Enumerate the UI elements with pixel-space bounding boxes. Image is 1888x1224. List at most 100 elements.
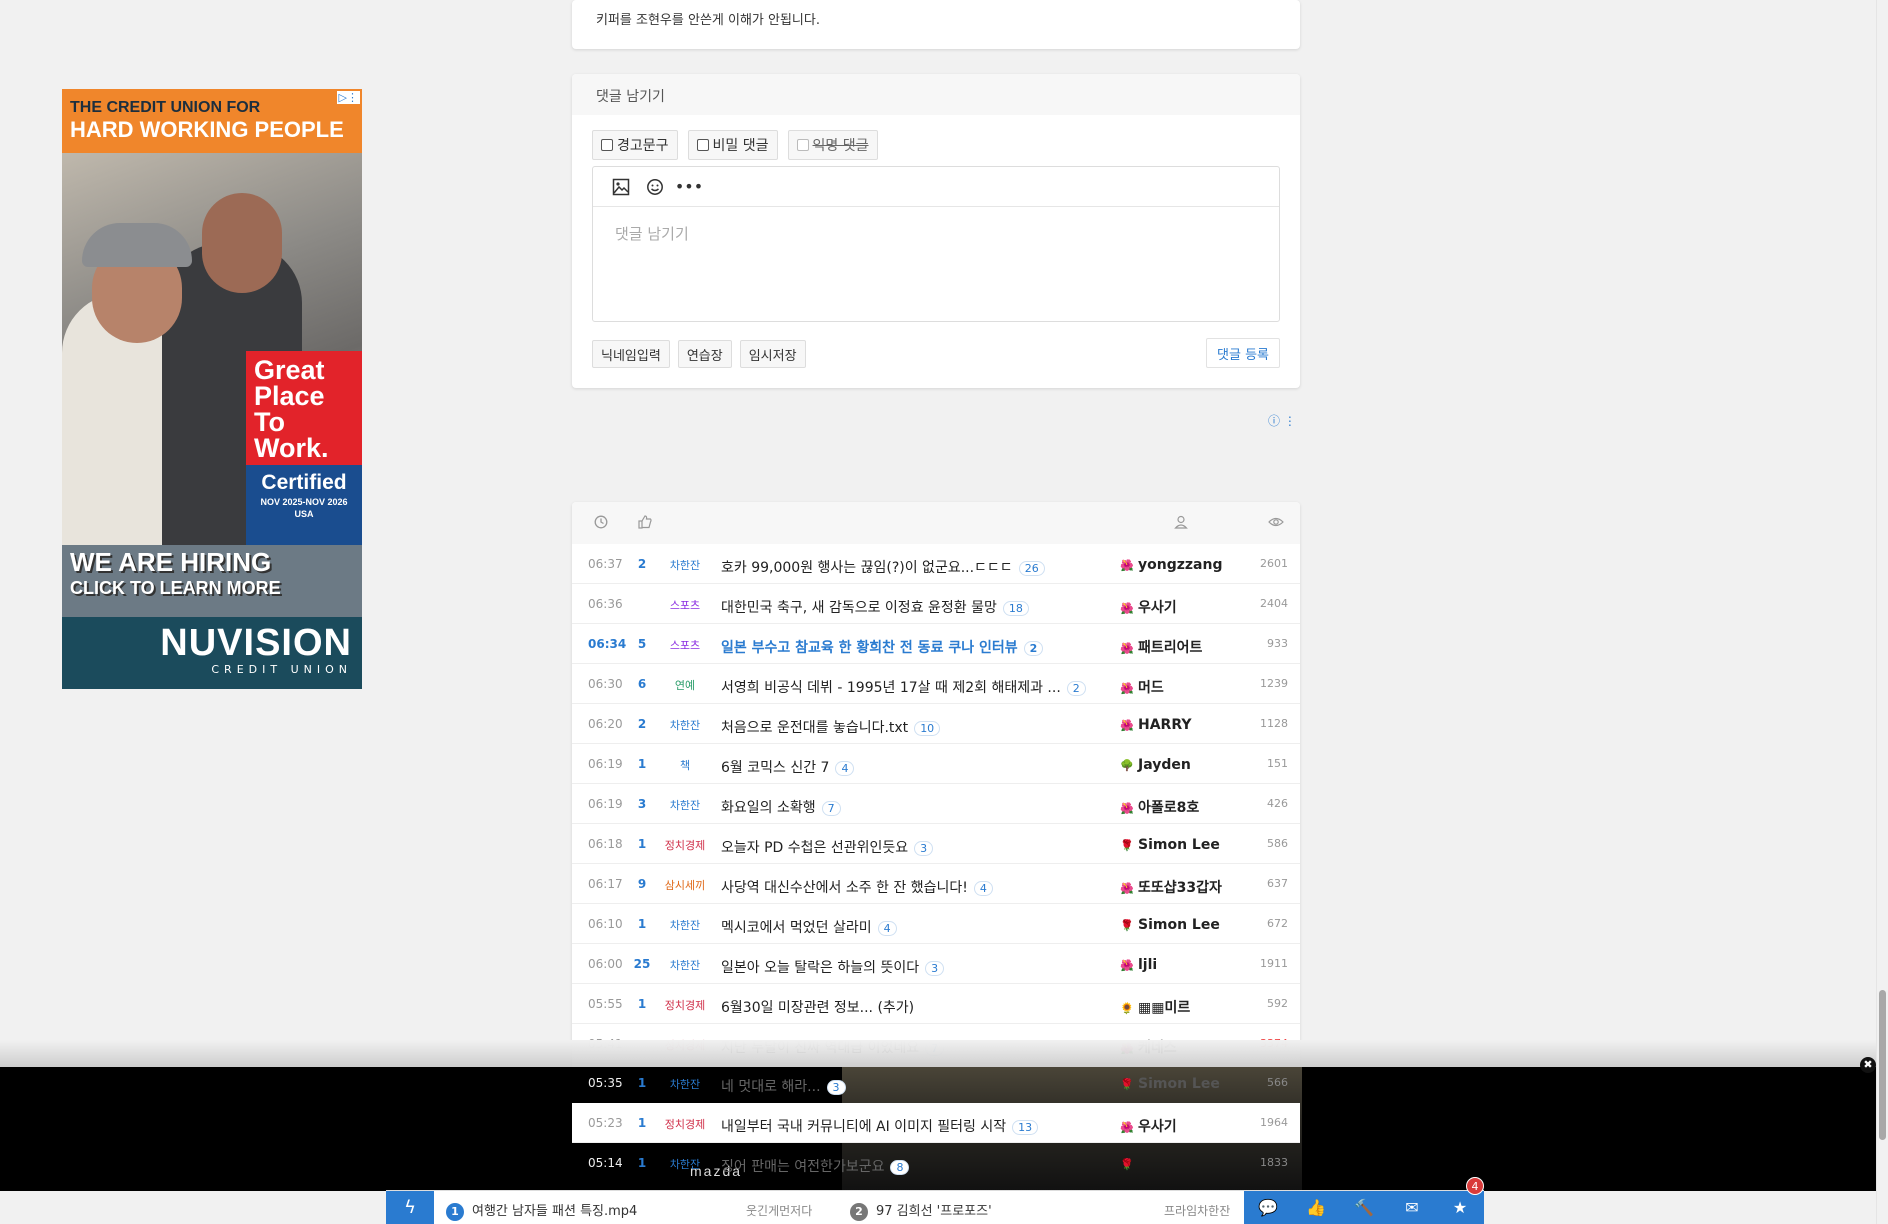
table-row[interactable]: 06:18 1 정치경제 오늘자 PD 수첩은 선관위인듯요 3 🌹 Simon Lee 58… — [572, 824, 1300, 864]
chat-icon[interactable]: 💬 — [1244, 1191, 1292, 1224]
table-row[interactable]: 06:19 3 차한잔 화요일의 소확행 7 🌺 아폴로8호 426 — [572, 784, 1300, 824]
post-recommend: 1 — [637, 837, 647, 851]
table-row[interactable]: 06:37 2 차한잔 호카 99,000원 행사는 끊임(?)이 없군요...ㄷㄷㄷ… — [572, 544, 1300, 584]
post-title[interactable]: 일본 부수고 참교육 한 황희찬 전 동료 쿠나 인터뷰 2 — [721, 637, 1091, 657]
post-category[interactable]: 정치경제 — [652, 837, 718, 853]
table-row[interactable]: 05:55 1 정치경제 6월30일 미장관련 정보... (추가) 🌻 ▦▦미르 592 — [572, 984, 1300, 1024]
ad-hiring[interactable]: WE ARE HIRING CLICK TO LEARN MORE — [70, 547, 281, 599]
post-author[interactable]: 🌺 또또샵33갑자 — [1120, 877, 1250, 897]
post-category[interactable]: 차한잔 — [652, 797, 718, 813]
ad-info-icon[interactable]: ⓘ ⋮ — [1268, 412, 1296, 429]
post-author[interactable]: 🌻 ▦▦미르 — [1120, 997, 1250, 1017]
table-row[interactable]: 06:00 25 차한잔 일본아 오늘 탈락은 하늘의 뜻이다 3 🌺 ljli 1911 — [572, 944, 1300, 984]
post-title[interactable]: 네 멋대로 해라... 3 — [721, 1076, 1091, 1096]
post-title[interactable]: 6월30일 미장관련 정보... (추가) — [721, 997, 1091, 1017]
adchoices-icon[interactable]: ▷⋮ — [336, 91, 360, 104]
table-row[interactable]: 06:17 9 삼시세끼 사당역 대신수산에서 소주 한 잔 했습니다! 4 🌺 또또샵33… — [572, 864, 1300, 904]
author-name: Simon Lee — [1138, 837, 1220, 853]
ad-cta[interactable]: CLICK TO LEARN MORE — [70, 578, 281, 599]
table-row[interactable]: 06:19 1 책 6월 코믹스 신간 7 4 🌳 Jayden 151 — [572, 744, 1300, 784]
table-row[interactable]: 06:30 6 연예 서영희 비공식 데뷔 - 1995년 17살 때 제2회 해태제… — [572, 664, 1300, 704]
close-icon[interactable]: ✖ — [1860, 1057, 1876, 1073]
table-row[interactable]: 06:20 2 차한잔 처음으로 운전대를 놓습니다.txt 10 🌺 HARRY 1128 — [572, 704, 1300, 744]
post-category[interactable]: 정치경제 — [652, 997, 718, 1013]
post-title[interactable]: 오늘자 PD 수첩은 선관위인듯요 3 — [721, 837, 1091, 857]
save-draft-button[interactable]: 임시저장 — [739, 340, 806, 368]
practice-button[interactable]: 연습장 — [677, 340, 732, 368]
warning-checkbox[interactable]: 경고문구 — [592, 130, 678, 160]
image-icon[interactable] — [611, 177, 631, 197]
ticker-item-1[interactable]: 1 여행간 남자들 패션 특징.mp4 — [446, 1200, 637, 1221]
left-advertisement[interactable]: THE CREDIT UNION FOR HARD WORKING PEOPLE… — [62, 89, 362, 689]
post-category[interactable]: 차한잔 — [652, 1156, 718, 1172]
thumbs-up-icon[interactable]: 👍 — [1292, 1191, 1340, 1224]
comment-editor[interactable]: ••• 댓글 남기기 — [592, 166, 1280, 322]
checkbox-icon[interactable] — [601, 139, 613, 151]
post-author[interactable]: 🌺 ljli — [1120, 957, 1250, 973]
secret-comment-checkbox[interactable]: 비밀 댓글 — [687, 130, 778, 160]
option-label: 익명 댓글 — [812, 138, 869, 154]
post-title[interactable]: 징어 판매는 여전한가보군요 8 — [721, 1156, 1091, 1176]
hammer-icon[interactable]: 🔨 — [1340, 1191, 1388, 1224]
emoji-icon[interactable] — [645, 177, 665, 197]
post-author[interactable]: 🌺 우사기 — [1120, 1116, 1250, 1136]
scrollbar-thumb[interactable] — [1879, 990, 1886, 1140]
post-category[interactable]: 차한잔 — [652, 1076, 718, 1092]
star-icon[interactable]: ★ 4 — [1436, 1177, 1484, 1224]
post-recommend: 1 — [637, 1076, 647, 1090]
author-name: 우사기 — [1138, 1119, 1177, 1135]
quick-actions: 💬 👍 🔨 ✉ ★ 4 — [1244, 1177, 1484, 1224]
post-author[interactable]: 🌺 머드 — [1120, 677, 1250, 697]
post-author[interactable]: 🌺 HARRY — [1120, 717, 1250, 733]
post-category[interactable]: 책 — [652, 757, 718, 773]
table-row[interactable]: 06:34 5 스포츠 일본 부수고 참교육 한 황희찬 전 동료 쿠나 인터뷰 2 🌺 패… — [572, 624, 1300, 664]
submit-comment-button[interactable]: 댓글 등록 — [1206, 338, 1280, 368]
comment-placeholder[interactable]: 댓글 남기기 — [593, 207, 1279, 260]
ticker-item-2[interactable]: 2 97 김희선 '프로포즈' — [850, 1200, 992, 1221]
post-title[interactable]: 대한민국 축구, 새 감독으로 이정효 윤정환 물망 18 — [721, 597, 1091, 617]
post-category[interactable]: 차한잔 — [652, 957, 718, 973]
table-row[interactable]: 06:36 스포츠 대한민국 축구, 새 감독으로 이정효 윤정환 물망 18 🌺 우사기… — [572, 584, 1300, 624]
post-title[interactable]: 6월 코믹스 신간 7 4 — [721, 757, 1091, 777]
checkbox-icon[interactable] — [696, 139, 709, 151]
page-scrollbar[interactable] — [1876, 0, 1888, 1224]
nickname-button[interactable]: 닉네임입력 — [592, 340, 670, 368]
post-category[interactable]: 연예 — [652, 677, 718, 693]
post-category[interactable]: 차한잔 — [652, 557, 718, 573]
mail-icon[interactable]: ✉ — [1388, 1191, 1436, 1224]
post-category[interactable]: 스포츠 — [652, 597, 718, 613]
post-category[interactable]: 삼시세끼 — [652, 877, 718, 893]
post-title[interactable]: 처음으로 운전대를 놓습니다.txt 10 — [721, 717, 1091, 737]
post-title[interactable]: 일본아 오늘 탈락은 하늘의 뜻이다 3 — [721, 957, 1091, 977]
lightning-icon[interactable]: ϟ — [386, 1191, 434, 1224]
post-author[interactable]: 🌹 Simon Lee — [1120, 917, 1250, 933]
post-author[interactable]: 🌹 Simon Lee — [1120, 837, 1250, 853]
more-icon[interactable]: ••• — [675, 177, 703, 197]
table-row[interactable]: 06:10 1 차한잔 멕시코에서 먹었던 살라미 4 🌹 Simon Lee 672 — [572, 904, 1300, 944]
post-author[interactable]: 🌹 — [1120, 1156, 1250, 1172]
post-category[interactable]: 차한잔 — [652, 917, 718, 933]
author-name: 또또샵33갑자 — [1138, 880, 1222, 896]
ad-line1: THE CREDIT UNION FOR — [70, 99, 261, 116]
notification-badge: 4 — [1466, 1177, 1484, 1195]
post-category[interactable]: 차한잔 — [652, 717, 718, 733]
post-author[interactable]: 🌺 아폴로8호 — [1120, 797, 1250, 817]
post-title[interactable]: 화요일의 소확행 7 — [721, 797, 1091, 817]
post-title[interactable]: 멕시코에서 먹었던 살라미 4 — [721, 917, 1091, 937]
post-author[interactable]: 🌹 Simon Lee — [1120, 1076, 1250, 1092]
post-author[interactable]: 🌺 yongzzang — [1120, 557, 1250, 573]
post-views: 1239 — [1260, 677, 1288, 690]
post-title[interactable]: 사당역 대신수산에서 소주 한 잔 했습니다! 4 — [721, 877, 1091, 897]
post-category[interactable]: 스포츠 — [652, 637, 718, 653]
post-author[interactable]: 🌺 우사기 — [1120, 597, 1250, 617]
table-row[interactable]: 05:35 1 차한잔 네 멋대로 해라... 3 🌹 Simon Lee 566 — [572, 1063, 1300, 1103]
table-row[interactable]: 05:23 1 정치경제 내일부터 국내 커뮤니티에 AI 이미지 필터링 시작… — [572, 1103, 1300, 1143]
post-title[interactable]: 내일부터 국내 커뮤니티에 AI 이미지 필터링 시작 13 — [721, 1116, 1091, 1136]
post-author[interactable]: 🌳 Jayden — [1120, 757, 1250, 773]
post-author[interactable]: 🌺 패트리어트 — [1120, 637, 1250, 657]
post-title[interactable]: 서영희 비공식 데뷔 - 1995년 17살 때 제2회 해태제과 ... 2 — [721, 677, 1091, 697]
post-title[interactable]: 호카 99,000원 행사는 끊임(?)이 없군요...ㄷㄷㄷ 26 — [721, 557, 1091, 577]
post-category[interactable]: 정치경제 — [652, 1116, 718, 1132]
badge-word: Work. — [254, 433, 329, 463]
table-row[interactable]: 05:14 1 차한잔 징어 판매는 여전한가보군요 8 🌹 1833 — [572, 1143, 1300, 1183]
